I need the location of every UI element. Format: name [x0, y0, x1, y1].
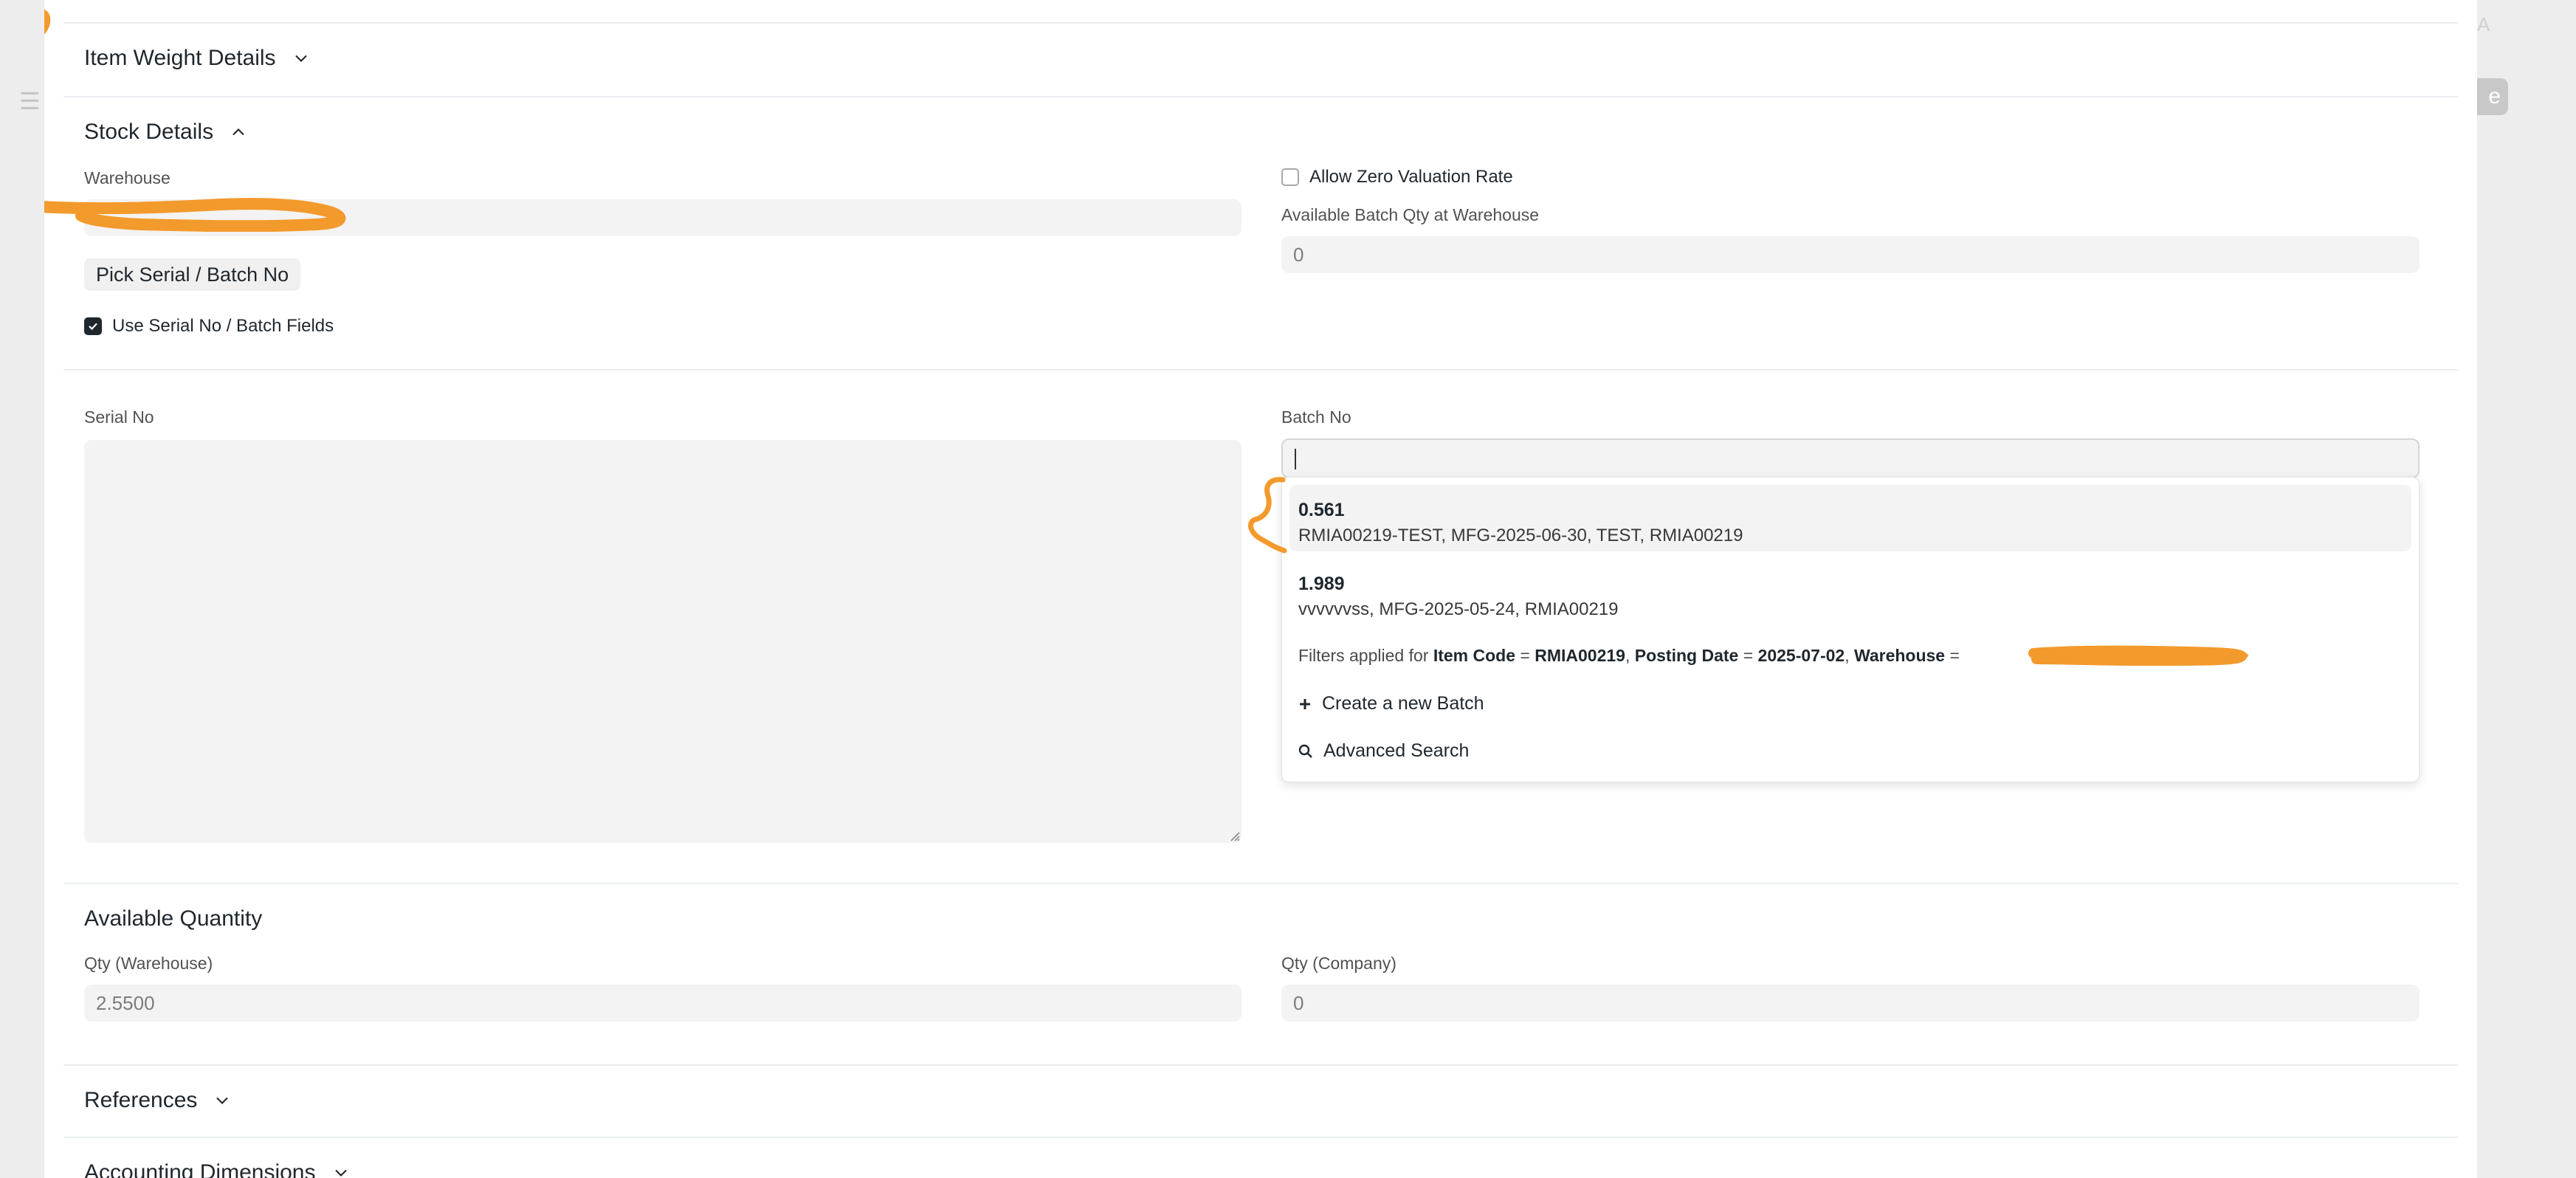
chevron-down-icon — [216, 1097, 229, 1104]
divider — [63, 96, 2458, 97]
qty-warehouse-field: 2.5500 — [84, 985, 1241, 1022]
serial-no-textarea[interactable] — [84, 440, 1241, 843]
chevron-up-icon — [233, 128, 244, 136]
available-batch-qty-field: 0 — [1281, 236, 2420, 273]
divider — [63, 1137, 2458, 1138]
divider — [63, 22, 2458, 24]
option-description: RMIA00219-TEST, MFG-2025-06-30, TEST, RM… — [1298, 526, 1743, 545]
background-corner-text: A — [2477, 13, 2490, 35]
redaction-scribble — [2028, 645, 2249, 666]
divider — [63, 369, 2458, 371]
advanced-search-option[interactable]: Advanced Search — [1298, 740, 1469, 762]
allow-zero-valuation-checkbox[interactable]: Allow Zero Valuation Rate — [1281, 167, 1513, 187]
qty-company-label: Qty (Company) — [1281, 954, 1397, 973]
option-description: vvvvvvss, MFG-2025-05-24, RMIA00219 — [1298, 599, 1619, 619]
section-references[interactable]: References — [84, 1088, 233, 1113]
hamburger-menu-icon[interactable]: ☰ — [19, 87, 41, 115]
filter-prefix: Filters applied for — [1298, 646, 1429, 665]
filter-eq: = — [1743, 646, 1754, 665]
annotation-blob — [44, 9, 51, 35]
plus-icon — [1300, 698, 1310, 709]
chevron-down-icon — [334, 1169, 347, 1177]
pick-serial-batch-button[interactable]: Pick Serial / Batch No — [84, 258, 301, 291]
divider — [63, 883, 2458, 884]
checkbox-unchecked-icon[interactable] — [1281, 168, 1299, 186]
available-batch-qty-label: Available Batch Qty at Warehouse — [1281, 205, 1540, 224]
filter-item-code-value: RMIA00219 — [1535, 646, 1625, 665]
filter-item-code-label: Item Code — [1433, 646, 1515, 665]
section-title: Item Weight Details — [84, 46, 276, 70]
filter-warehouse-label: Warehouse — [1853, 646, 1946, 665]
qty-warehouse-label: Qty (Warehouse) — [84, 954, 213, 973]
app-background-left — [0, 0, 44, 1178]
section-title: Accounting Dimensions — [84, 1160, 316, 1178]
checkbox-checked-icon[interactable] — [84, 317, 102, 335]
use-serial-batch-checkbox[interactable]: Use Serial No / Batch Fields — [84, 316, 334, 337]
serial-no-label: Serial No — [84, 407, 154, 427]
filter-posting-date-label: Posting Date — [1634, 646, 1739, 665]
qty-company-field: 0 — [1281, 985, 2420, 1022]
option-qty: 1.989 — [1298, 574, 1345, 594]
filter-posting-date-value: 2025-07-02 — [1757, 646, 1845, 665]
section-item-weight-details[interactable]: Item Weight Details — [84, 46, 311, 71]
filter-sep: , — [1625, 646, 1630, 665]
text-caret — [1295, 449, 1296, 469]
dropdown-option[interactable]: 0.561 RMIA00219-TEST, MFG-2025-06-30, TE… — [1289, 485, 2411, 551]
advanced-search-label: Advanced Search — [1323, 740, 1470, 761]
section-available-quantity: Available Quantity — [84, 906, 262, 931]
item-detail-modal: Item Weight Details Stock Details Wareho… — [44, 0, 2477, 1178]
create-new-batch-label: Create a new Batch — [1322, 693, 1484, 714]
filter-sep: , — [1845, 646, 1850, 665]
chevron-down-icon — [295, 55, 307, 62]
section-stock-details[interactable]: Stock Details — [84, 120, 249, 145]
batch-autocomplete-dropdown: 0.561 RMIA00219-TEST, MFG-2025-06-30, TE… — [1281, 477, 2420, 782]
filters-applied-text: Filters applied for Item Code = RMIA0021… — [1298, 646, 1960, 666]
filter-eq: = — [1949, 646, 1960, 665]
option-qty: 0.561 — [1298, 500, 1345, 520]
resize-handle-icon[interactable] — [1228, 830, 1240, 841]
search-icon — [1298, 744, 1312, 758]
section-title: Available Quantity — [84, 906, 263, 931]
create-new-batch-option[interactable]: Create a new Batch — [1298, 693, 1484, 714]
section-accounting-dimensions[interactable]: Accounting Dimensions — [84, 1160, 351, 1178]
dropdown-option[interactable]: 1.989 vvvvvvss, MFG-2025-05-24, RMIA0021… — [1289, 559, 2411, 625]
app-background-right — [2477, 0, 2576, 1178]
warehouse-field[interactable] — [84, 199, 1241, 236]
section-title: Stock Details — [84, 120, 214, 144]
filter-eq: = — [1520, 646, 1530, 665]
batch-no-label: Batch No — [1281, 407, 1351, 427]
allow-zero-valuation-label: Allow Zero Valuation Rate — [1309, 167, 1513, 187]
section-title: References — [84, 1088, 198, 1112]
batch-no-input[interactable] — [1281, 438, 2420, 478]
use-serial-batch-label: Use Serial No / Batch Fields — [112, 316, 334, 336]
warehouse-label: Warehouse — [84, 168, 171, 187]
divider — [63, 1064, 2458, 1066]
